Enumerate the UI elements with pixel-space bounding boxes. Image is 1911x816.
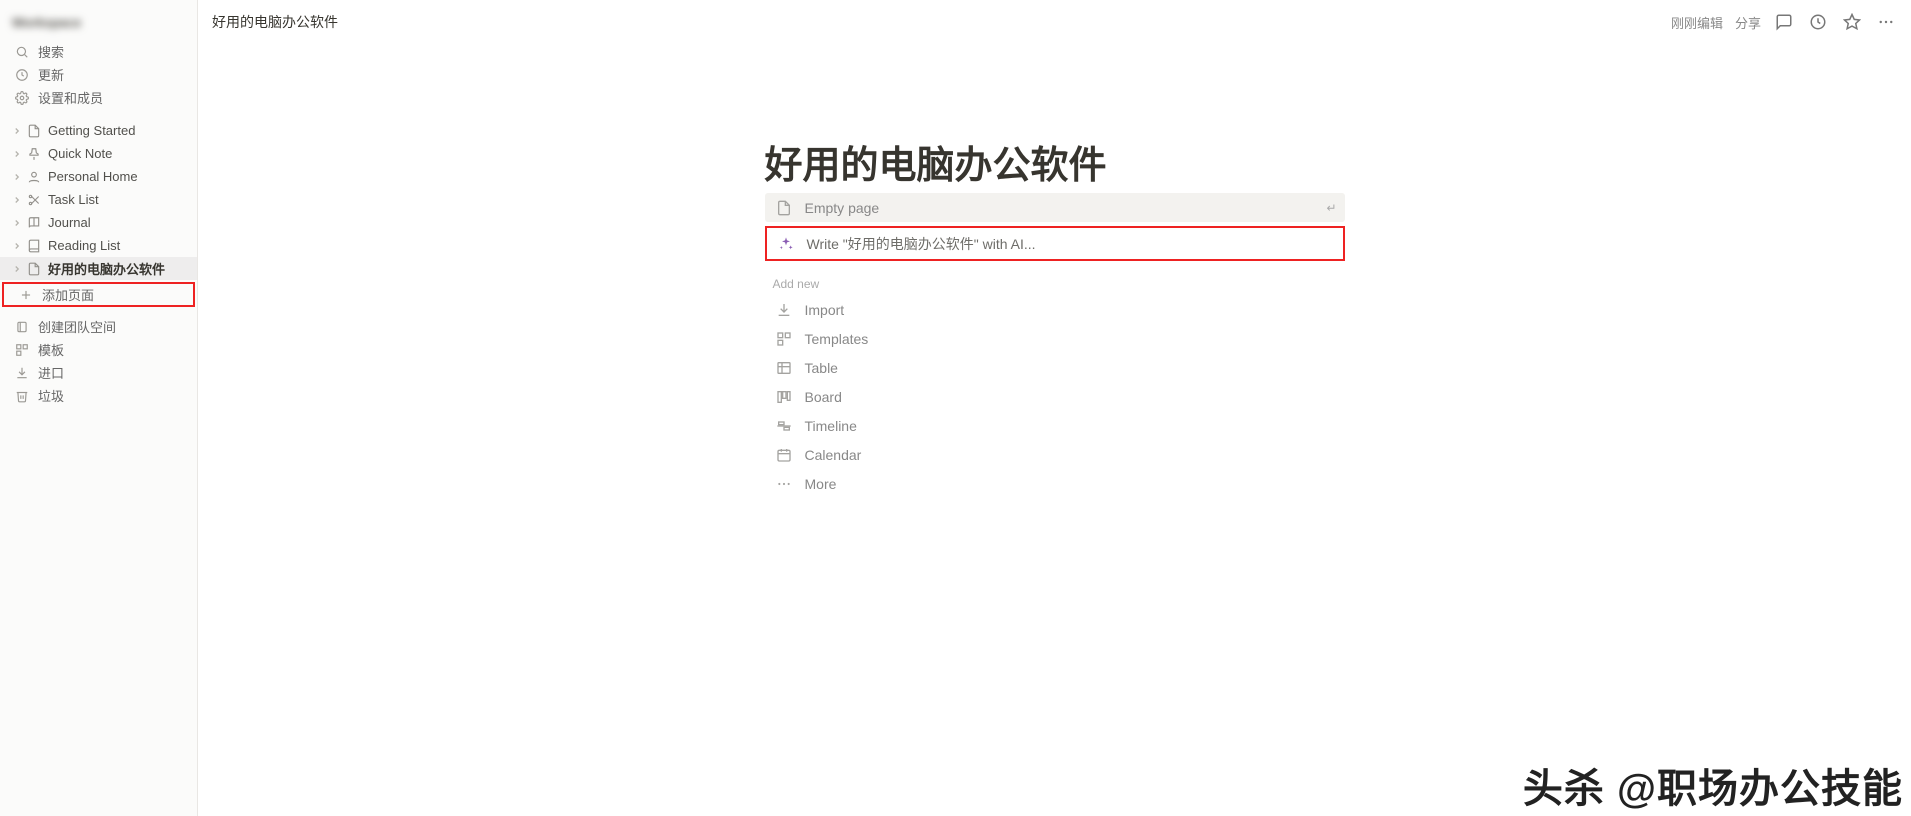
- chevron-right-icon[interactable]: [10, 262, 24, 276]
- sidebar-settings[interactable]: 设置和成员: [0, 86, 197, 109]
- page-title[interactable]: 好用的电脑办公软件: [765, 134, 1345, 189]
- pin-icon: [26, 146, 42, 162]
- sidebar-page-6[interactable]: 好用的电脑办公软件: [0, 257, 197, 280]
- timeline-icon: [773, 417, 795, 435]
- favorite-icon[interactable]: [1841, 11, 1863, 33]
- sidebar-page-3[interactable]: Task List: [0, 188, 197, 211]
- search-icon: [14, 44, 30, 60]
- board-icon: [773, 388, 795, 406]
- sidebar-pages: Getting Started Quick Note Personal Home Ta…: [0, 119, 197, 280]
- sidebar-search-label: 搜索: [38, 42, 64, 61]
- sidebar-page-4[interactable]: Journal: [0, 211, 197, 234]
- option-timeline-label: Timeline: [805, 418, 857, 434]
- ai-highlight: Write "好用的电脑办公软件" with AI...: [765, 226, 1345, 261]
- more-icon[interactable]: [1875, 11, 1897, 33]
- sidebar-page-0[interactable]: Getting Started: [0, 119, 197, 142]
- table-icon: [773, 359, 795, 377]
- sidebar-page-label: Journal: [48, 215, 91, 230]
- option-more-label: More: [805, 476, 837, 492]
- workspace-switcher[interactable]: Workspace: [0, 4, 197, 40]
- sidebar-import[interactable]: 进口: [0, 361, 197, 384]
- sidebar-team-label: 创建团队空间: [38, 317, 116, 336]
- chevron-right-icon[interactable]: [10, 147, 24, 161]
- sidebar-add-page-label: 添加页面: [42, 285, 94, 304]
- page-icon: [773, 199, 795, 217]
- sidebar-page-2[interactable]: Personal Home: [0, 165, 197, 188]
- sidebar: Workspace 搜索 更新 设置和成员 Getting Started Qui…: [0, 0, 198, 816]
- option-empty-page-label: Empty page: [805, 200, 880, 216]
- enter-icon: ↵: [1326, 201, 1336, 215]
- option-calendar[interactable]: Calendar: [765, 440, 1345, 469]
- option-table-label: Table: [805, 360, 838, 376]
- option-board-label: Board: [805, 389, 842, 405]
- sparkle-icon: [775, 235, 797, 253]
- sidebar-settings-label: 设置和成员: [38, 88, 103, 107]
- plus-icon: [18, 287, 34, 303]
- option-templates-label: Templates: [805, 331, 869, 347]
- more-icon: [773, 475, 795, 493]
- gear-icon: [14, 90, 30, 106]
- check-icon: [26, 192, 42, 208]
- calendar-icon: [773, 446, 795, 464]
- book-icon: [26, 215, 42, 231]
- option-table[interactable]: Table: [765, 353, 1345, 382]
- sidebar-updates-label: 更新: [38, 65, 64, 84]
- option-timeline[interactable]: Timeline: [765, 411, 1345, 440]
- sidebar-trash[interactable]: 垃圾: [0, 384, 197, 407]
- main: 好用的电脑办公软件 刚刚编辑 分享 好用的电脑办公软件: [198, 0, 1911, 816]
- chevron-right-icon[interactable]: [10, 170, 24, 184]
- sidebar-create-teamspace[interactable]: 创建团队空间: [0, 315, 197, 338]
- import-icon: [773, 301, 795, 319]
- chevron-right-icon[interactable]: [10, 239, 24, 253]
- option-import-label: Import: [805, 302, 845, 318]
- breadcrumb[interactable]: 好用的电脑办公软件: [212, 12, 338, 32]
- sidebar-templates[interactable]: 模板: [0, 338, 197, 361]
- home-icon: [26, 169, 42, 185]
- add-new-label: Add new: [773, 277, 1345, 291]
- chevron-right-icon[interactable]: [10, 193, 24, 207]
- sidebar-add-page[interactable]: 添加页面: [2, 282, 195, 307]
- clock-icon: [14, 67, 30, 83]
- option-calendar-label: Calendar: [805, 447, 862, 463]
- teamspace-icon: [14, 319, 30, 335]
- sidebar-search[interactable]: 搜索: [0, 40, 197, 63]
- templates-icon: [773, 330, 795, 348]
- comments-icon[interactable]: [1773, 11, 1795, 33]
- sidebar-page-label: Reading List: [48, 238, 120, 253]
- sidebar-trash-label: 垃圾: [38, 386, 64, 405]
- workspace-name: Workspace: [12, 15, 81, 30]
- option-import[interactable]: Import: [765, 295, 1345, 324]
- import-icon: [14, 365, 30, 381]
- trash-icon: [14, 388, 30, 404]
- edited-time: 刚刚编辑: [1671, 13, 1723, 32]
- chevron-right-icon[interactable]: [10, 124, 24, 138]
- option-write-ai-label: Write "好用的电脑办公软件" with AI...: [807, 234, 1036, 254]
- templates-icon: [14, 342, 30, 358]
- sidebar-page-1[interactable]: Quick Note: [0, 142, 197, 165]
- option-board[interactable]: Board: [765, 382, 1345, 411]
- sidebar-page-label: 好用的电脑办公软件: [48, 259, 165, 278]
- doc-icon: [26, 123, 42, 139]
- sidebar-import-label: 进口: [38, 363, 64, 382]
- sidebar-page-label: Personal Home: [48, 169, 138, 184]
- option-empty-page[interactable]: Empty page ↵: [765, 193, 1345, 222]
- page-body: 好用的电脑办公软件 Empty page ↵ Write "好用的电脑办公软件"…: [765, 44, 1345, 816]
- sidebar-page-label: Quick Note: [48, 146, 112, 161]
- option-more[interactable]: More: [765, 469, 1345, 498]
- updates-icon[interactable]: [1807, 11, 1829, 33]
- sidebar-templates-label: 模板: [38, 340, 64, 359]
- sidebar-page-label: Getting Started: [48, 123, 135, 138]
- sidebar-page-label: Task List: [48, 192, 99, 207]
- share-button[interactable]: 分享: [1735, 13, 1761, 32]
- option-templates[interactable]: Templates: [765, 324, 1345, 353]
- chevron-right-icon[interactable]: [10, 216, 24, 230]
- option-write-ai[interactable]: Write "好用的电脑办公软件" with AI...: [767, 229, 1343, 258]
- sidebar-updates[interactable]: 更新: [0, 63, 197, 86]
- sidebar-page-5[interactable]: Reading List: [0, 234, 197, 257]
- doc-icon: [26, 261, 42, 277]
- topbar: 好用的电脑办公软件 刚刚编辑 分享: [198, 0, 1911, 44]
- book2-icon: [26, 238, 42, 254]
